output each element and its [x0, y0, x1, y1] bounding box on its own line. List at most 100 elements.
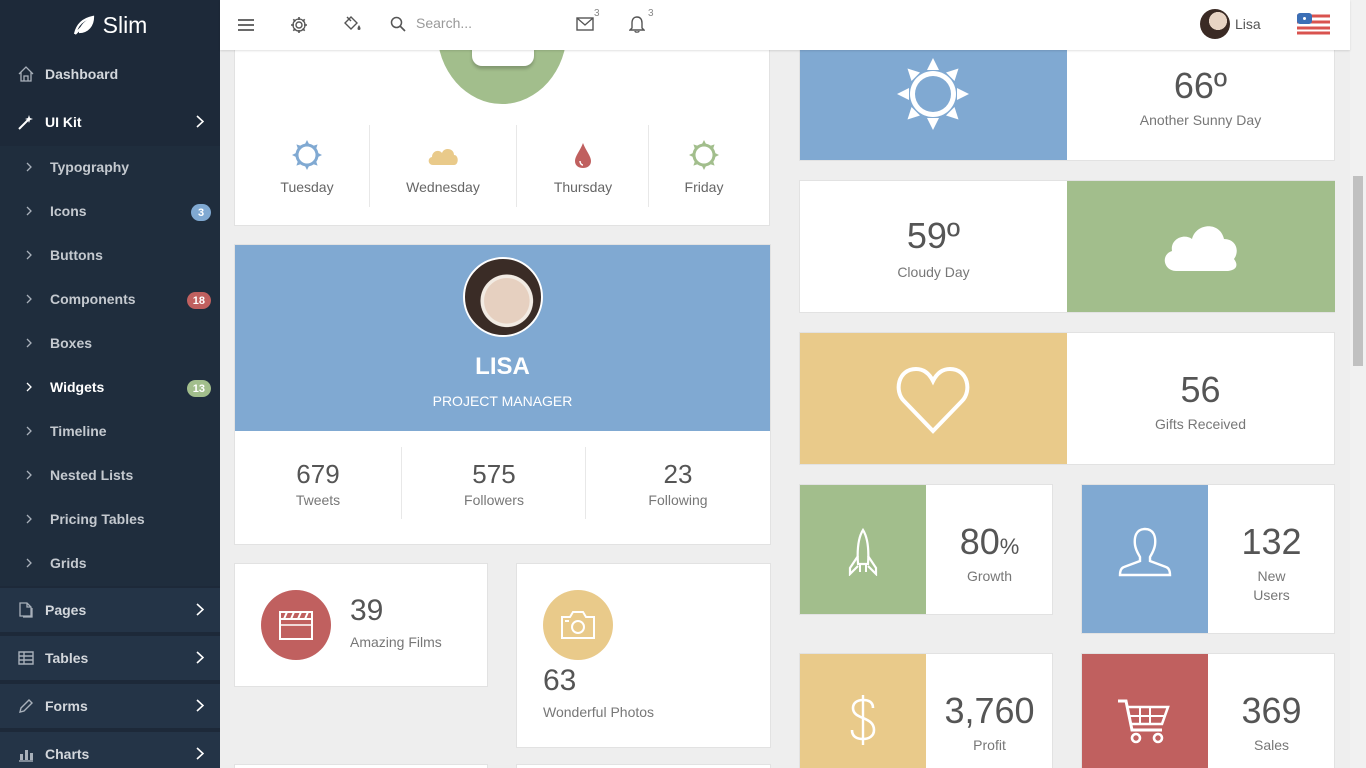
- heart-icon: [896, 366, 970, 434]
- profile-stat-tweets[interactable]: 679 Tweets: [235, 459, 401, 508]
- topbar: 3 3 Lisa: [220, 0, 1350, 50]
- sidebar-item-label: Timeline: [50, 423, 107, 439]
- avatar[interactable]: [1200, 9, 1230, 39]
- sidebar-item-typography[interactable]: Typography: [0, 146, 220, 190]
- cloudy-label: Cloudy Day: [897, 264, 970, 280]
- sunny-label: Another Sunny Day: [1139, 112, 1262, 128]
- profile-stat-followers[interactable]: 575 Followers: [411, 459, 577, 508]
- home-icon: [18, 66, 34, 82]
- chevron-right-icon: [196, 651, 204, 664]
- sidebar-item-label: Components: [50, 291, 136, 307]
- profile-avatar[interactable]: [463, 257, 543, 337]
- stat-value: 679: [296, 459, 340, 489]
- growth-panel: [800, 485, 926, 614]
- chevron-right-icon: [196, 699, 204, 712]
- sidebar-item-label: Nested Lists: [50, 467, 134, 483]
- sidebar-item-buttons[interactable]: Buttons: [0, 234, 220, 278]
- sidebar-item-label: Grids: [50, 555, 87, 571]
- sidebar-item-timeline[interactable]: Timeline: [0, 410, 220, 454]
- photos-value: 63: [543, 664, 577, 697]
- table-icon: [18, 651, 34, 665]
- sidebar-item-label: Tables: [45, 650, 89, 666]
- scrollbar-thumb[interactable]: [1353, 176, 1363, 366]
- dollar-icon: [850, 695, 876, 745]
- sidebar-item-widgets[interactable]: Widgets 13: [0, 366, 220, 410]
- day-label: Tuesday: [280, 179, 334, 195]
- sidebar-item-label: Boxes: [50, 335, 93, 351]
- growth-unit: %: [999, 534, 1020, 559]
- profile-header: LISA PROJECT MANAGER: [235, 245, 770, 431]
- sidebar-item-tables[interactable]: Tables: [0, 636, 220, 680]
- brand[interactable]: Slim: [0, 0, 220, 50]
- sidebar-item-ui-kit[interactable]: UI Kit: [0, 100, 220, 144]
- camera-icon: [561, 611, 595, 639]
- clapperboard-icon: [279, 611, 313, 640]
- cloudy-temperature: 59º: [906, 215, 961, 256]
- chevron-right-icon: [26, 558, 32, 568]
- sales-card: 369 Sales: [1081, 653, 1335, 768]
- sidebar-item-label: UI Kit: [45, 114, 82, 130]
- day-label: Friday: [684, 179, 724, 195]
- paint-bucket-icon[interactable]: [342, 15, 362, 33]
- sidebar-item-charts[interactable]: Charts: [0, 732, 220, 768]
- chevron-right-icon: [196, 115, 204, 128]
- bell-icon[interactable]: [629, 15, 645, 33]
- sidebar-item-grids[interactable]: Grids: [0, 542, 220, 586]
- sidebar-item-boxes[interactable]: Boxes: [0, 322, 220, 366]
- count-badge: 18: [186, 292, 211, 309]
- stat-label: Tweets: [295, 492, 341, 508]
- cloud-icon: [1164, 226, 1237, 271]
- brand-name: Slim: [102, 11, 148, 38]
- stat-label: Following: [648, 492, 708, 508]
- sidebar-item-pricing-tables[interactable]: Pricing Tables: [0, 498, 220, 542]
- profit-value: 3,760: [944, 690, 1035, 731]
- growth-card: 80% Growth: [799, 484, 1053, 615]
- magic-wand-icon: [18, 115, 33, 130]
- sidebar-item-label: Widgets: [50, 379, 105, 395]
- forecast-day: Thursday: [528, 139, 638, 195]
- gear-icon[interactable]: [290, 16, 308, 34]
- us-flag-icon[interactable]: [1297, 13, 1330, 35]
- new-users-label-line2: Users: [1253, 587, 1290, 603]
- mail-icon[interactable]: [576, 17, 594, 31]
- sidebar-item-label: Pricing Tables: [50, 511, 145, 527]
- day-label: Wednesday: [406, 179, 480, 195]
- menu-icon[interactable]: [238, 18, 254, 32]
- rocket-icon: [848, 528, 878, 576]
- sidebar-item-forms[interactable]: Forms: [0, 684, 220, 728]
- cloud-icon: [428, 149, 458, 165]
- search-input[interactable]: [416, 15, 566, 31]
- partial-card: [234, 764, 488, 768]
- sales-label: Sales: [1253, 737, 1290, 753]
- forecast-day: Friday: [649, 139, 759, 195]
- sidebar-item-dashboard[interactable]: Dashboard: [0, 52, 220, 96]
- weather-forecast-card: Tuesday Wednesday Thursday Friday: [234, 20, 770, 226]
- photos-label: Wonderful Photos: [543, 704, 655, 720]
- new-users-label-line1: New: [1257, 568, 1286, 584]
- sidebar-item-label: Charts: [45, 746, 90, 762]
- profit-card: 3,760 Profit: [799, 653, 1053, 768]
- user-name[interactable]: Lisa: [1235, 16, 1261, 32]
- stat-value: 575: [472, 459, 516, 489]
- raindrop-icon: [575, 143, 591, 168]
- profit-panel: [800, 654, 926, 768]
- forecast-day: Tuesday: [252, 139, 362, 195]
- chevron-right-icon: [26, 294, 32, 304]
- gifts-card: 56 Gifts Received: [799, 332, 1335, 465]
- sidebar-item-pages[interactable]: Pages: [0, 588, 220, 632]
- new-users-card: 132 New Users: [1081, 484, 1335, 634]
- profile-stat-following[interactable]: 23 Following: [595, 459, 761, 508]
- sun-icon: [292, 140, 322, 170]
- forecast-day: Wednesday: [388, 139, 498, 195]
- bar-chart-icon: [19, 750, 33, 762]
- scrollbar[interactable]: [1350, 0, 1366, 768]
- sales-panel: [1082, 654, 1208, 768]
- mail-count: 3: [594, 8, 600, 19]
- sidebar-item-components[interactable]: Components 18: [0, 278, 220, 322]
- chevron-right-icon: [26, 162, 32, 172]
- growth-label: Growth: [966, 568, 1013, 584]
- sidebar-item-icons[interactable]: Icons 3: [0, 190, 220, 234]
- sidebar-item-nested-lists[interactable]: Nested Lists: [0, 454, 220, 498]
- chevron-right-icon: [26, 514, 32, 524]
- chevron-right-icon: [26, 206, 32, 216]
